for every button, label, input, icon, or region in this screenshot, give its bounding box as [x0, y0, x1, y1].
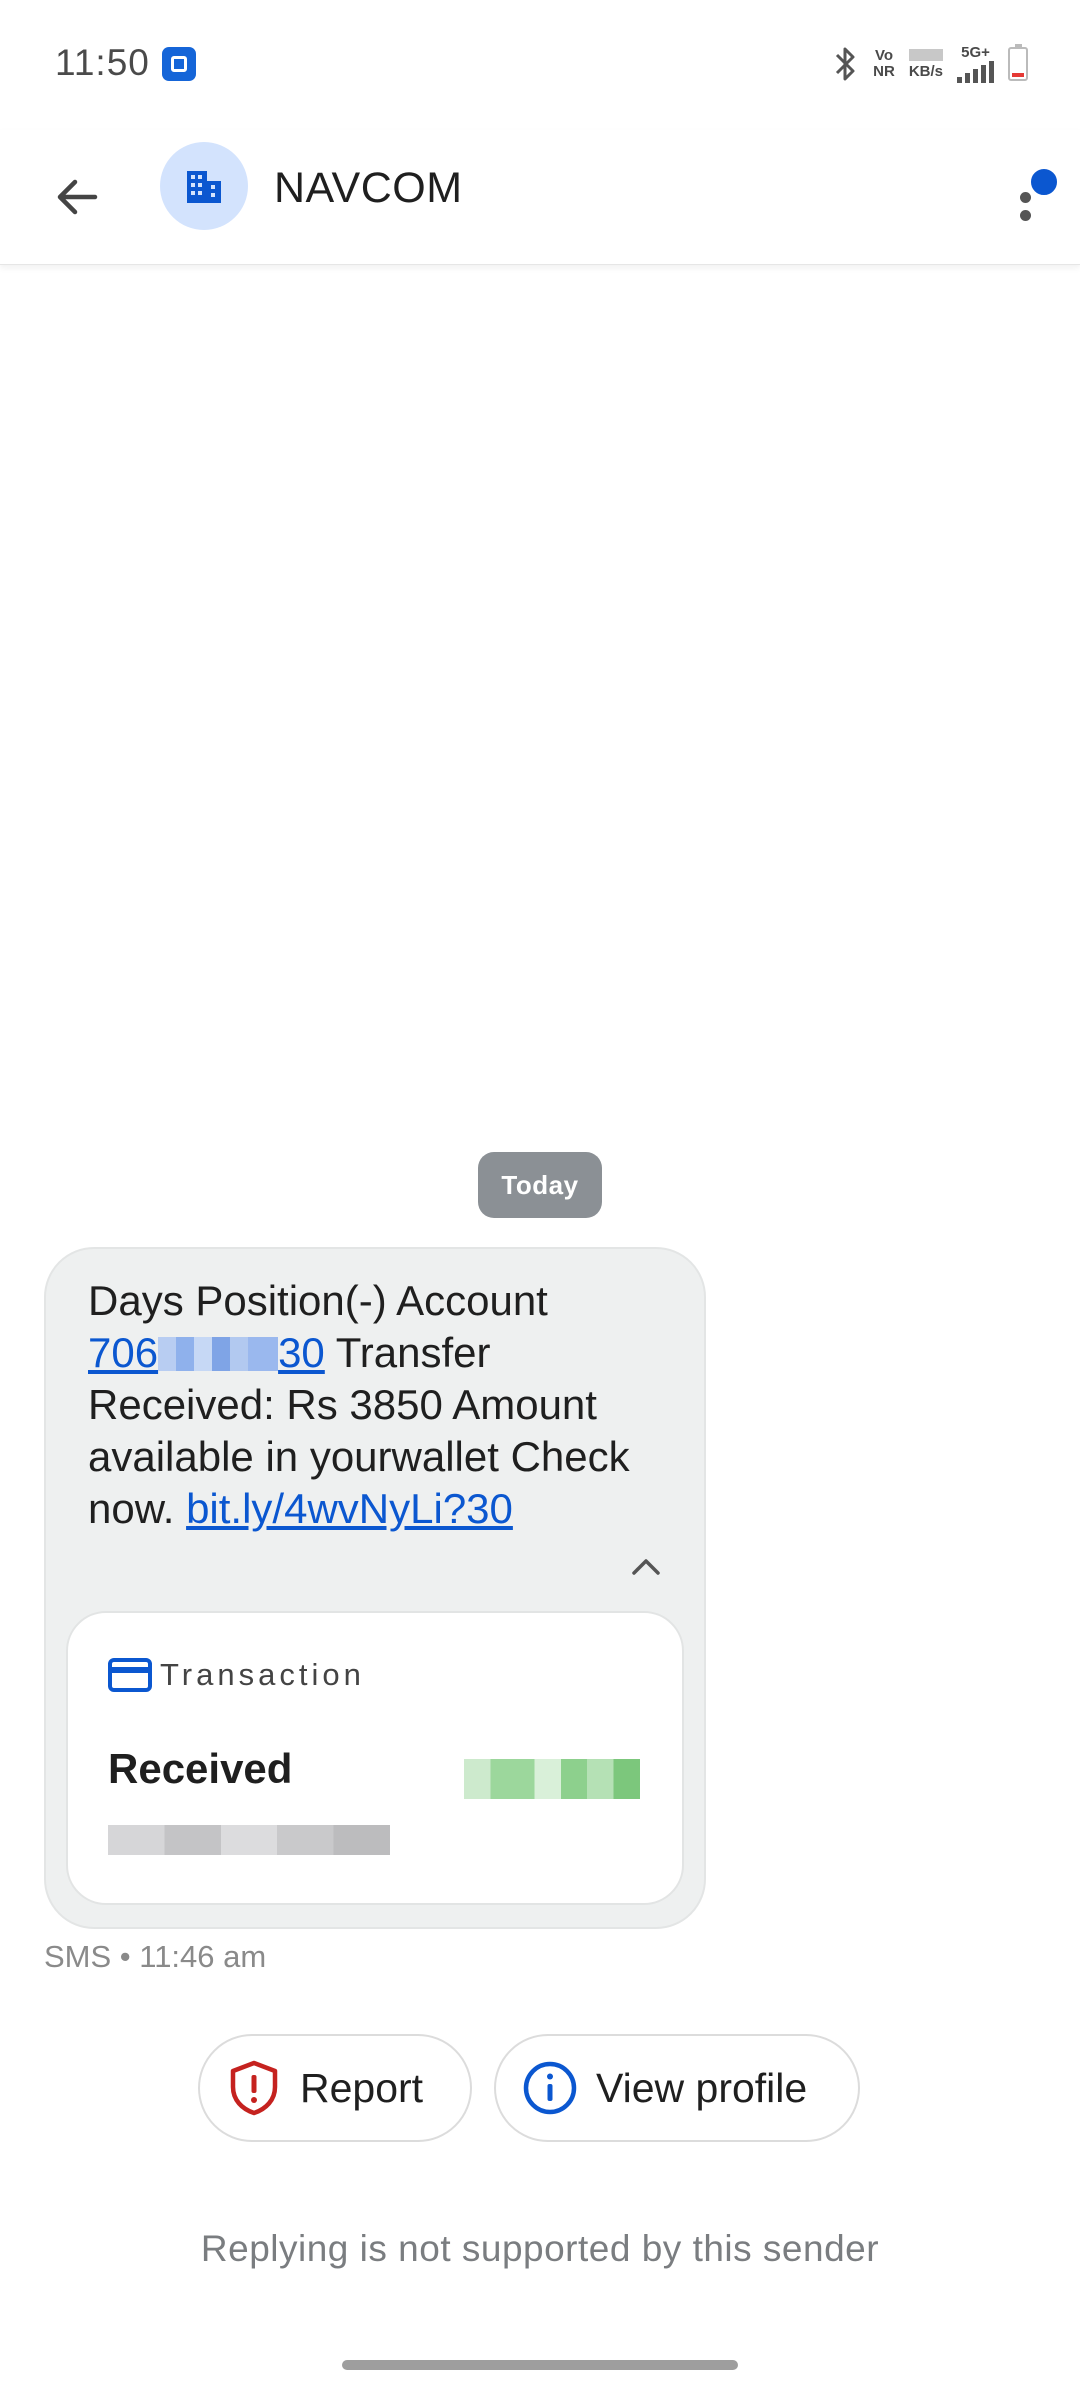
chevron-up-icon: [632, 1559, 660, 1575]
message-line: Days Position(-) Account: [88, 1277, 548, 1324]
status-bar: 11:50 Vo NR KB/s 5G+: [0, 0, 1080, 130]
conversation-header: NAVCOM: [0, 130, 1080, 265]
credit-card-icon: [108, 1658, 152, 1692]
transaction-detail-redacted: [108, 1825, 390, 1855]
account-number-redacted: [158, 1337, 279, 1371]
home-indicator[interactable]: [342, 2360, 738, 2370]
report-label: Report: [300, 2064, 424, 2111]
transaction-label: Transaction: [160, 1657, 365, 1692]
more-vert-icon-dot: [1020, 210, 1031, 221]
date-divider: Today: [478, 1152, 602, 1218]
transaction-header: Transaction: [108, 1657, 365, 1693]
more-options-button[interactable]: [994, 150, 1060, 240]
speed-unit: KB/s: [908, 62, 943, 80]
network-type: 5G+: [957, 45, 994, 83]
status-icons: Vo NR KB/s 5G+: [831, 44, 1028, 84]
network-speed: KB/s: [908, 48, 943, 80]
more-vert-icon: [1020, 192, 1031, 203]
reply-not-supported-note: Replying is not supported by this sender: [200, 2228, 880, 2269]
vo-label: Vo: [874, 47, 893, 64]
nr-label: NR: [873, 63, 895, 80]
network-label: 5G+: [961, 44, 990, 61]
avatar[interactable]: [160, 142, 248, 230]
transaction-amount-redacted: [464, 1759, 640, 1799]
app-notification-icon: [162, 47, 196, 81]
message-bubble[interactable]: Days Position(-) Account 706 30 Transfer …: [44, 1247, 706, 1929]
sender-name[interactable]: NAVCOM: [274, 164, 463, 213]
back-button[interactable]: [40, 160, 114, 234]
transaction-status: Received: [108, 1745, 293, 1792]
report-button[interactable]: Report: [198, 2034, 472, 2142]
status-time: 11:50: [55, 42, 150, 83]
bluetooth-icon: [836, 47, 855, 81]
arrow-back-icon: [57, 179, 98, 215]
account-number-link[interactable]: 706 30: [88, 1329, 325, 1376]
message-timestamp: SMS • 11:46 am: [44, 1939, 267, 1974]
signal-icon: [957, 61, 994, 83]
info-icon: [522, 2060, 578, 2116]
volte-indicator: Vo NR: [873, 48, 895, 80]
report-shield-icon: [226, 2060, 282, 2116]
messages-screen: 11:50 Vo NR KB/s 5G+ NAVCOM Today Days P…: [0, 0, 1080, 2392]
message-text: Days Position(-) Account 706 30 Transfer …: [88, 1275, 648, 1535]
transaction-card[interactable]: Transaction Received: [66, 1611, 684, 1905]
speed-value-masked: [908, 48, 943, 61]
collapse-button[interactable]: [624, 1545, 668, 1589]
notification-dot: [1028, 166, 1060, 198]
battery-icon: [1008, 44, 1028, 81]
business-building-icon: [187, 171, 221, 203]
message-link[interactable]: bit.ly/4wvNyLi?30: [186, 1485, 513, 1532]
view-profile-label: View profile: [596, 2064, 808, 2111]
view-profile-button[interactable]: View profile: [494, 2034, 860, 2142]
